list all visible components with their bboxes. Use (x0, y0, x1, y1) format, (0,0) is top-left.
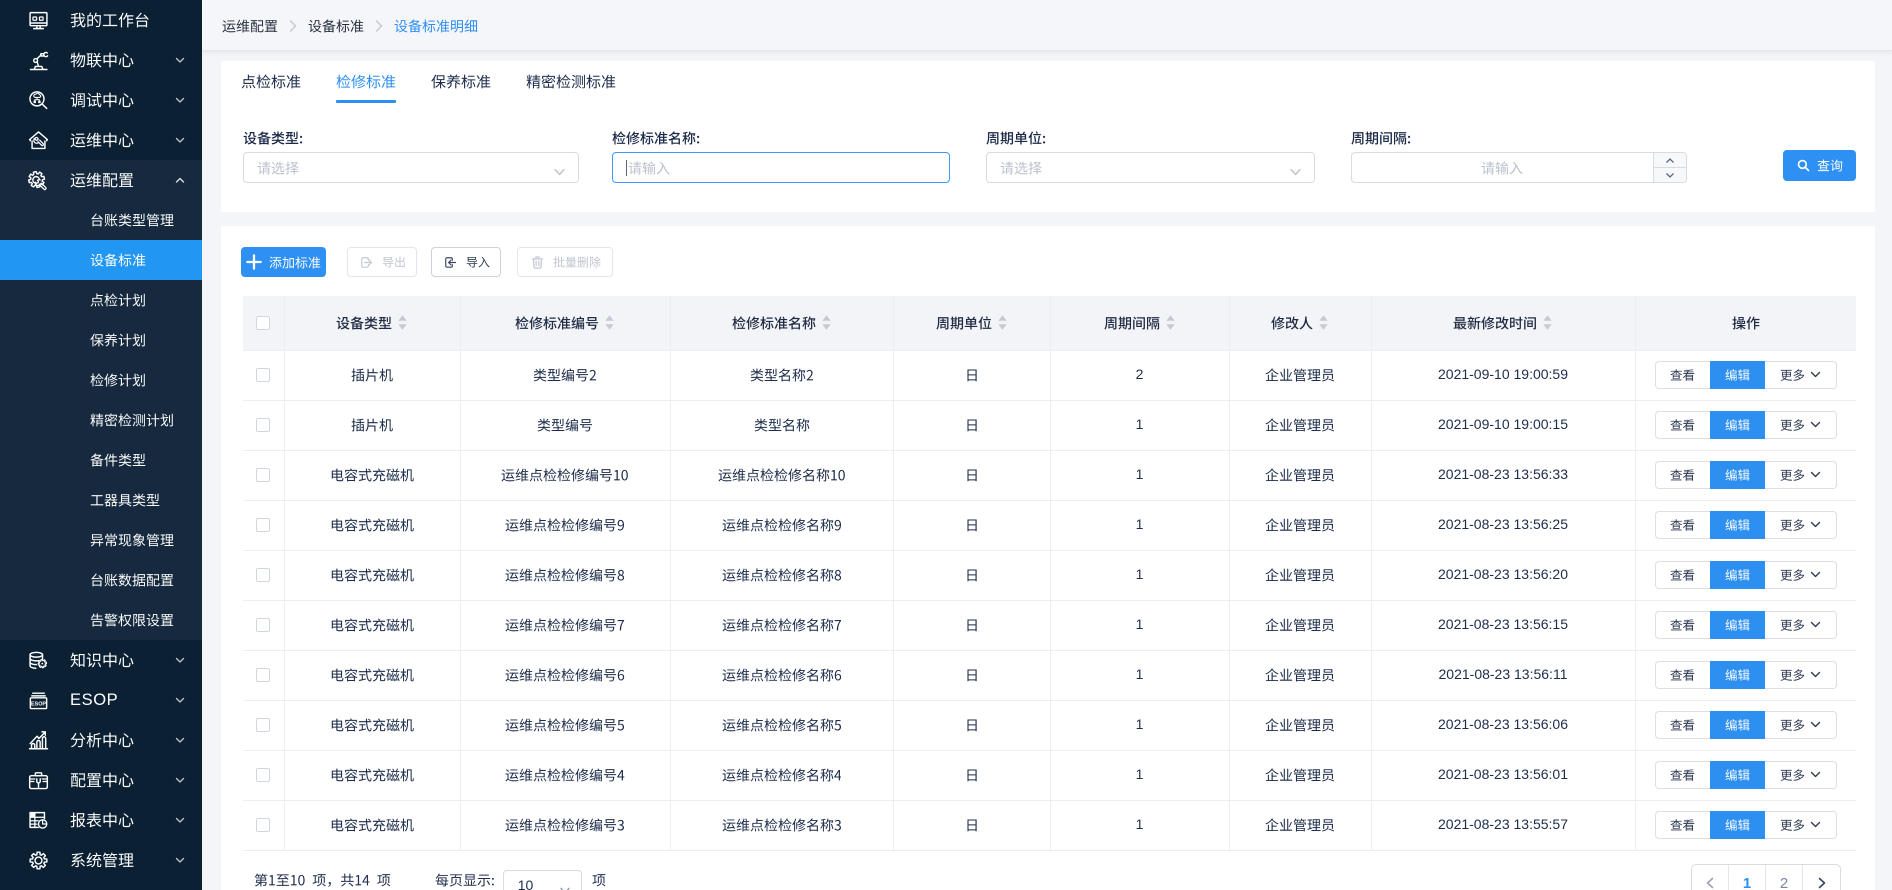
svg-text:ESOP: ESOP (31, 701, 46, 707)
